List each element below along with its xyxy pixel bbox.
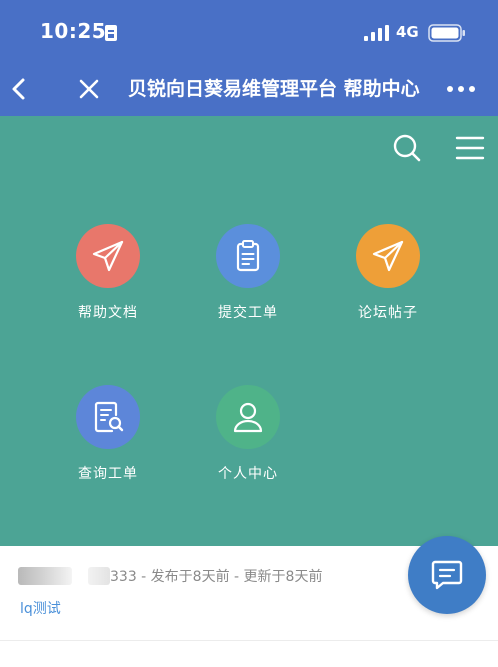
tile-circle: [356, 224, 420, 288]
tile-circle: [76, 385, 140, 449]
tile-label: 个人中心: [218, 466, 278, 482]
signal-bars-icon: [364, 25, 390, 45]
tile-personal-center[interactable]: 个人中心: [188, 385, 308, 495]
battery-icon: [428, 24, 466, 46]
tile-label: 论坛帖子: [358, 305, 418, 321]
document-search-icon: [94, 401, 124, 433]
tile-circle: [76, 224, 140, 288]
main-panel: 帮助文档 提交工单 论坛帖子 查询工单 个人中心: [0, 116, 498, 546]
divider: [0, 640, 498, 641]
post-tag-link[interactable]: lq测试: [20, 598, 61, 618]
page-title: 贝锐向日葵易维管理平台 帮助中心: [128, 78, 420, 100]
close-x-icon: [79, 79, 99, 99]
search-button[interactable]: [392, 133, 422, 163]
avatar: [18, 567, 72, 585]
author-name-blurred: [88, 567, 110, 585]
more-dots-icon: [447, 86, 475, 92]
paper-plane-icon: [92, 240, 124, 272]
tile-label: 帮助文档: [78, 305, 138, 321]
network-type: 4G: [396, 23, 419, 41]
search-icon: [393, 134, 421, 162]
person-icon: [233, 402, 263, 433]
nav-bar: 贝锐向日葵易维管理平台 帮助中心: [0, 62, 498, 116]
chat-button[interactable]: [408, 536, 486, 614]
tile-circle: [216, 224, 280, 288]
close-button[interactable]: [76, 75, 102, 103]
tile-help-docs[interactable]: 帮助文档: [48, 224, 168, 334]
tile-query-ticket[interactable]: 查询工单: [48, 385, 168, 495]
chat-message-icon: [431, 560, 463, 590]
status-time: 10:25: [40, 19, 107, 43]
tile-circle: [216, 385, 280, 449]
tile-label: 提交工单: [218, 305, 278, 321]
more-button[interactable]: [444, 77, 478, 101]
tile-submit-ticket[interactable]: 提交工单: [188, 224, 308, 334]
tile-forum-posts[interactable]: 论坛帖子: [328, 224, 448, 334]
sim-card-icon: [104, 24, 118, 46]
hamburger-menu-icon: [455, 136, 485, 160]
back-chevron-icon: [12, 78, 25, 100]
post-meta: 333 - 发布于8天前 - 更新于8天前: [110, 569, 323, 585]
tile-label: 查询工单: [78, 466, 138, 482]
paper-plane-icon: [372, 240, 404, 272]
clipboard-icon: [236, 240, 260, 272]
status-bar: 10:25 4G: [0, 0, 498, 62]
menu-button[interactable]: [455, 135, 485, 161]
back-button[interactable]: [8, 75, 30, 103]
